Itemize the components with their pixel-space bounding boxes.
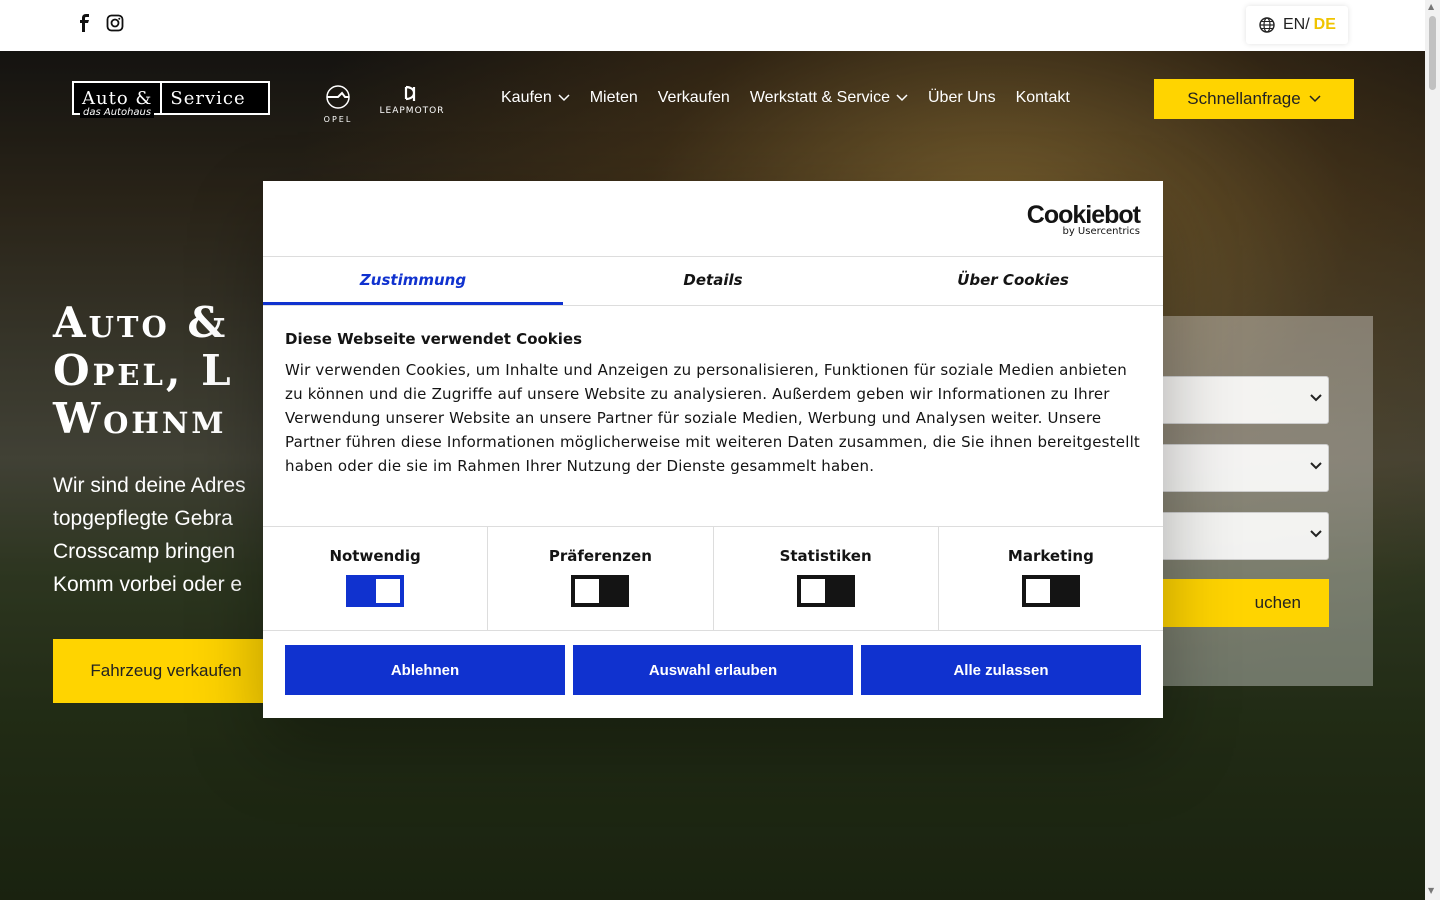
quick-request-button[interactable]: Schnellanfrage	[1154, 79, 1354, 119]
nav-item-kontakt[interactable]: Kontakt	[1016, 89, 1070, 107]
dialog-text: Wir verwenden Cookies, um Inhalte und An…	[285, 361, 1141, 475]
cookiebot-logo: Cookiebot by Usercentrics	[1026, 201, 1141, 237]
opel-label: OPEL	[323, 115, 353, 124]
dialog-tabs: Zustimmung Details Über Cookies	[263, 257, 1163, 306]
globe-icon	[1259, 17, 1275, 33]
dialog-heading: Diese Webseite verwendet Cookies	[285, 330, 583, 348]
tab-zustimmung[interactable]: Zustimmung	[263, 257, 563, 305]
toggle-notwendig[interactable]	[346, 575, 405, 607]
leapmotor-logo[interactable]: LEAPMOTOR	[376, 85, 448, 116]
cookie-consent-dialog: Cookiebot by Usercentrics Zustimmung Det…	[263, 181, 1163, 718]
allow-all-button[interactable]: Alle zulassen	[861, 645, 1141, 695]
dialog-buttons: Ablehnen Auswahl erlauben Alle zulassen	[263, 631, 1163, 695]
logo-text-1: Auto &	[82, 87, 153, 109]
toggle-statistiken[interactable]	[796, 575, 855, 607]
toggle-marketing[interactable]	[1021, 575, 1080, 607]
instagram-icon[interactable]	[106, 14, 124, 32]
lang-de[interactable]: DE	[1314, 16, 1336, 34]
toggle-label: Präferenzen	[548, 547, 652, 565]
toggle-group-marketing: Marketing	[939, 527, 1163, 630]
logo-subtitle: das Autohaus	[80, 107, 155, 118]
dialog-body: Diese Webseite verwendet Cookies Wir ver…	[263, 306, 1163, 527]
chevron-down-icon	[896, 94, 908, 102]
leapmotor-label: LEAPMOTOR	[379, 106, 445, 116]
tab-ueber-cookies[interactable]: Über Cookies	[863, 257, 1163, 305]
toggle-label: Notwendig	[329, 547, 421, 565]
chevron-down-icon	[1310, 394, 1322, 402]
nav-label: Kontakt	[1015, 89, 1070, 106]
nav-item-verkaufen[interactable]: Verkaufen	[658, 89, 730, 107]
hero-title-line: Auto &	[53, 298, 229, 347]
chevron-down-icon	[1309, 95, 1321, 103]
chevron-down-icon	[558, 94, 570, 102]
toggle-label: Statistiken	[779, 547, 872, 565]
opel-logo[interactable]: OPEL	[318, 83, 358, 124]
scroll-up-icon[interactable]: ▲	[1428, 2, 1434, 11]
opel-bolt-icon	[326, 85, 350, 109]
nav-label: Mieten	[589, 89, 638, 106]
search-button[interactable]: uchen	[1140, 579, 1329, 627]
quick-request-label: Schnellanfrage	[1187, 89, 1301, 108]
nav-label: Über Uns	[928, 89, 996, 106]
nav-label: Kaufen	[501, 89, 552, 106]
dialog-header: Cookiebot by Usercentrics	[263, 181, 1163, 257]
toggle-label: Marketing	[1007, 547, 1094, 565]
nav-item-ueber-uns[interactable]: Über Uns	[928, 89, 996, 107]
consent-toggles: Notwendig Präferenzen Statistiken Market…	[263, 527, 1163, 631]
top-bar: EN/ DE	[0, 0, 1425, 51]
tab-details[interactable]: Details	[563, 257, 863, 305]
leapmotor-mark-icon	[404, 85, 416, 101]
page-scrollbar[interactable]: ▲ ▼	[1425, 0, 1440, 900]
search-select-2[interactable]	[1140, 444, 1329, 492]
nav-label: Verkaufen	[657, 89, 730, 106]
sell-vehicle-button[interactable]: Fahrzeug verkaufen	[53, 639, 279, 703]
chevron-down-icon	[1310, 462, 1322, 470]
scroll-down-icon[interactable]: ▼	[1428, 886, 1434, 895]
search-select-3[interactable]	[1140, 512, 1329, 560]
social-links	[76, 14, 124, 32]
lang-en[interactable]: EN/	[1283, 16, 1310, 34]
nav-item-mieten[interactable]: Mieten	[590, 89, 638, 107]
toggle-praeferenzen[interactable]	[571, 575, 630, 607]
hero-title: Auto & Opel, L Wohnm	[53, 299, 234, 443]
nav-item-werkstatt[interactable]: Werkstatt & Service	[750, 89, 908, 107]
nav-label: Werkstatt & Service	[749, 89, 890, 106]
chevron-down-icon	[1310, 530, 1322, 538]
hero-title-line: Wohnm	[53, 394, 227, 443]
logo-text-2: Service	[160, 83, 254, 113]
main-nav: Auto & Service das Autohaus OPEL LEAPMOT…	[0, 51, 1425, 141]
toggle-group-notwendig: Notwendig	[263, 527, 489, 630]
scrollbar-thumb[interactable]	[1429, 16, 1436, 90]
nav-item-kaufen[interactable]: Kaufen	[501, 89, 570, 107]
allow-selection-button[interactable]: Auswahl erlauben	[573, 645, 853, 695]
language-switcher[interactable]: EN/ DE	[1246, 6, 1348, 44]
hero-title-line: Opel, L	[53, 346, 234, 395]
search-select-1[interactable]	[1140, 376, 1329, 424]
cookiebot-brand: Cookiebot	[1026, 201, 1141, 229]
nav-menu: Kaufen Mieten Verkaufen Werkstatt & Serv…	[501, 89, 1070, 107]
toggle-group-praeferenzen: Präferenzen	[488, 527, 714, 630]
facebook-icon[interactable]	[76, 14, 92, 32]
decline-button[interactable]: Ablehnen	[285, 645, 565, 695]
toggle-group-statistiken: Statistiken	[714, 527, 939, 630]
